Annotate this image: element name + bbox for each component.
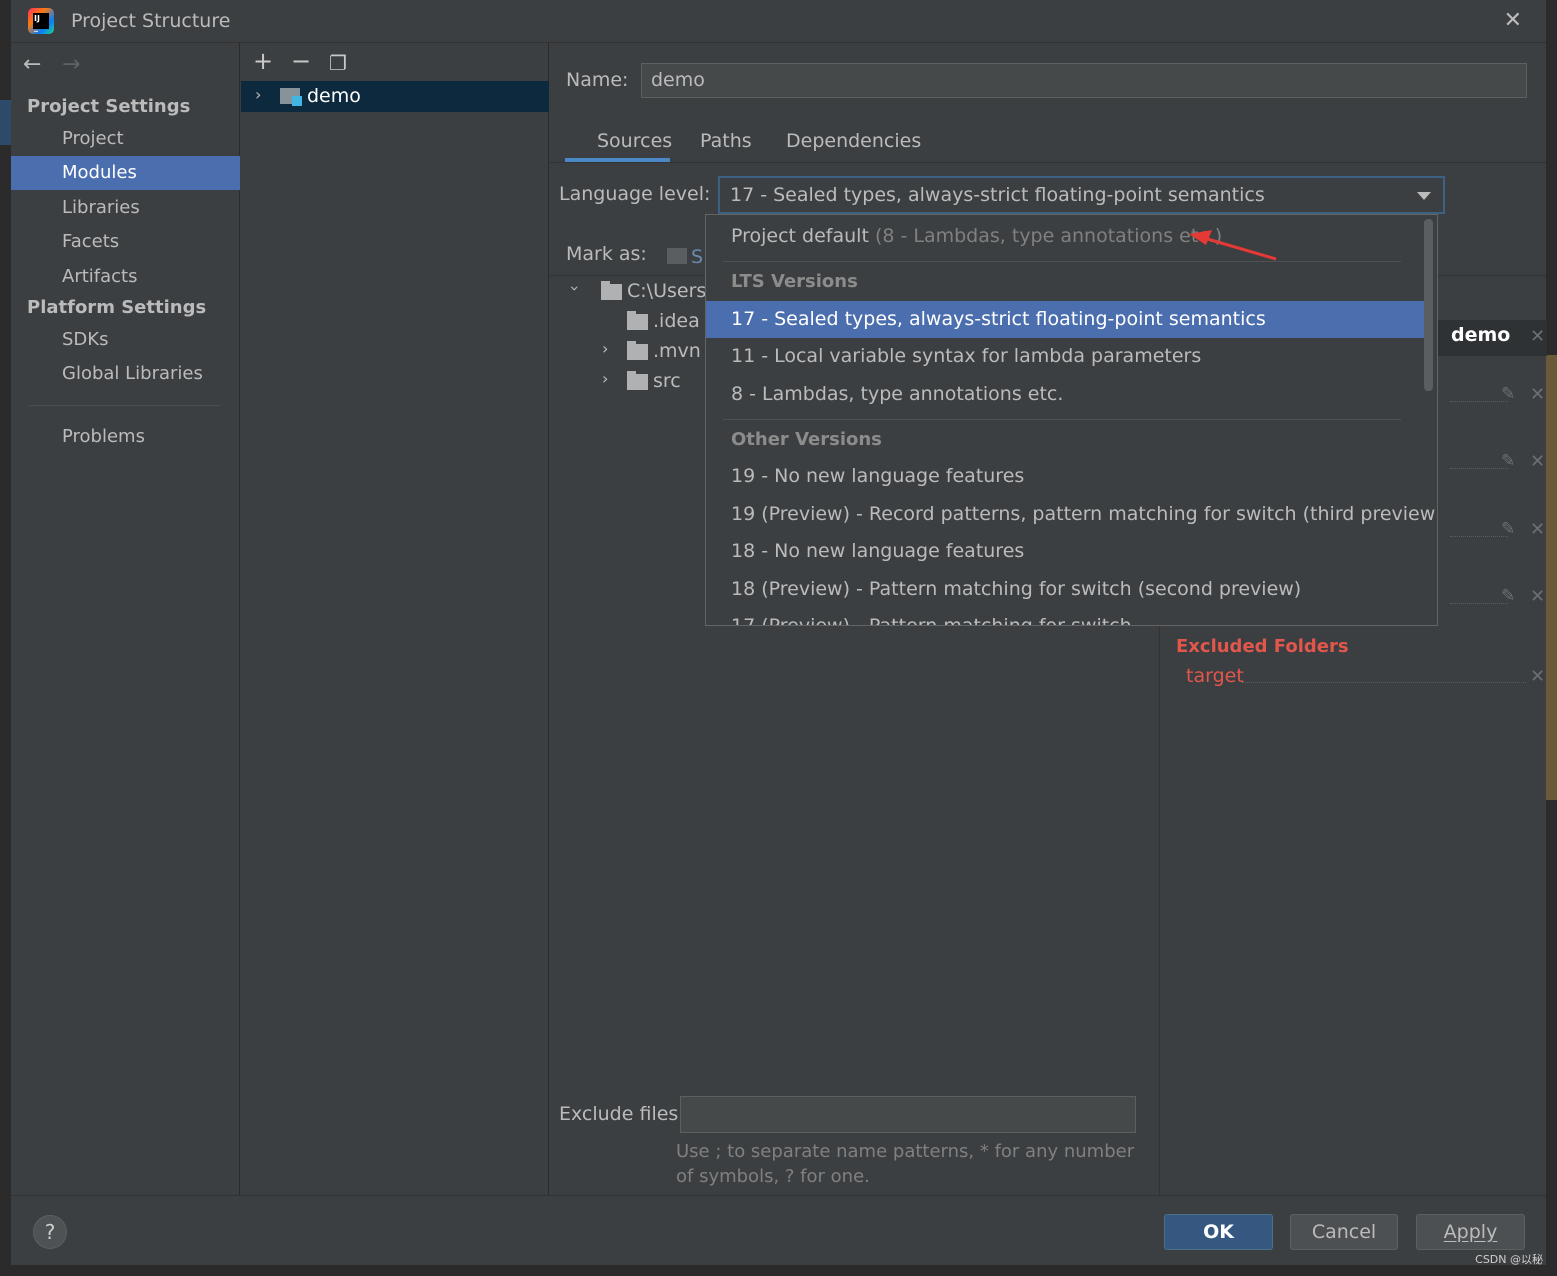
language-level-value: 17 - Sealed types, always-strict floatin… (730, 184, 1265, 206)
chevron-right-icon[interactable]: › (602, 339, 608, 358)
close-icon[interactable]: ✕ (1530, 451, 1545, 472)
option-11[interactable]: 11 - Local variable syntax for lambda pa… (706, 338, 1424, 375)
chevron-down-icon[interactable]: › (566, 285, 585, 291)
tree-root-path[interactable]: C:\Users\Lo (627, 280, 717, 302)
option-17[interactable]: 17 - Sealed types, always-strict floatin… (706, 301, 1424, 338)
sidebar-item-libraries[interactable]: Libraries (11, 191, 240, 225)
intellij-logo-icon: IJ _ (28, 8, 54, 34)
tabs-divider (550, 162, 1546, 163)
tab-paths[interactable]: Paths (700, 130, 752, 152)
dialog-button-bar: ? OK Cancel Apply (11, 1195, 1546, 1265)
tab-dependencies[interactable]: Dependencies (786, 130, 921, 152)
dropdown-scrollbar[interactable] (1424, 219, 1433, 391)
copy-icon[interactable]: ❐ (329, 51, 347, 75)
apply-button[interactable]: Apply (1416, 1214, 1525, 1250)
project-settings-header: Project Settings (27, 96, 191, 117)
option-18-preview[interactable]: 18 (Preview) - Pattern matching for swit… (706, 571, 1424, 608)
window-title: Project Structure (71, 10, 231, 32)
lts-versions-header: LTS Versions (731, 271, 858, 292)
dropdown-caret-icon (1417, 192, 1431, 200)
option-19-preview[interactable]: 19 (Preview) - Record patterns, pattern … (706, 496, 1437, 533)
root-entry-line (1450, 401, 1508, 402)
module-name-field[interactable]: demo (641, 63, 1527, 98)
mark-as-sources-button[interactable]: S (691, 246, 703, 268)
annotation-arrow-icon (1189, 230, 1277, 261)
exclude-files-label: Exclude files: (559, 1103, 685, 1125)
sidebar-item-project[interactable]: Project (11, 122, 240, 156)
sidebar-item-modules[interactable]: Modules (11, 156, 240, 190)
back-arrow-icon[interactable]: ← (23, 52, 41, 77)
watermark: CSDN @以秘 (1475, 1253, 1543, 1266)
module-name: demo (307, 85, 361, 107)
sidebar-item-facets[interactable]: Facets (11, 225, 240, 259)
edit-icon[interactable]: ✎ (1501, 384, 1515, 404)
root-entry-line (1450, 468, 1508, 469)
module-row-demo[interactable]: › demo (241, 81, 549, 112)
language-level-dropdown: Project default (8 - Lambdas, type annot… (705, 214, 1438, 626)
sidebar-divider (29, 405, 221, 406)
tab-sources[interactable]: Sources (597, 130, 672, 152)
sidebar-item-artifacts[interactable]: Artifacts (11, 260, 240, 294)
option-label: Project default (731, 225, 869, 247)
close-icon[interactable]: ✕ (1530, 326, 1545, 347)
ok-button[interactable]: OK (1164, 1214, 1273, 1250)
option-17-preview[interactable]: 17 (Preview) - Pattern matching for swit… (706, 608, 1424, 625)
edit-icon[interactable]: ✎ (1501, 519, 1515, 539)
settings-sidebar: ← → Project Settings Project Modules Lib… (11, 43, 240, 1195)
sidebar-item-global-libraries[interactable]: Global Libraries (11, 357, 240, 391)
excluded-folder-item[interactable]: target (1186, 665, 1244, 687)
tree-item-mvn[interactable]: .mvn (653, 340, 701, 362)
language-level-select[interactable]: 17 - Sealed types, always-strict floatin… (718, 176, 1445, 214)
option-project-default[interactable]: Project default (8 - Lambdas, type annot… (706, 218, 1424, 255)
tree-item-idea[interactable]: .idea (653, 310, 700, 332)
close-icon[interactable]: ✕ (1530, 666, 1545, 687)
background-ide-strip (1546, 355, 1557, 800)
option-18[interactable]: 18 - No new language features (706, 533, 1424, 570)
project-structure-dialog: IJ _ Project Structure ✕ ← → Project Sett… (11, 0, 1547, 1265)
sources-folder-icon[interactable] (667, 248, 687, 264)
folder-icon (627, 371, 648, 390)
close-icon[interactable]: ✕ (1530, 384, 1545, 405)
add-icon[interactable]: + (253, 49, 273, 73)
option-8[interactable]: 8 - Lambdas, type annotations etc. (706, 376, 1424, 413)
root-entry-line (1450, 536, 1508, 537)
language-level-label: Language level: (559, 183, 711, 205)
sidebar-item-sdks[interactable]: SDKs (11, 323, 240, 357)
excluded-entry-line (1242, 682, 1526, 683)
folder-icon (601, 281, 622, 300)
name-label: Name: (566, 69, 629, 91)
platform-settings-header: Platform Settings (27, 297, 207, 318)
tree-item-src[interactable]: src (653, 370, 681, 392)
exclude-files-input[interactable] (680, 1096, 1136, 1133)
sidebar-item-problems[interactable]: Problems (11, 420, 240, 454)
folder-icon (627, 341, 648, 360)
module-list-panel: + − ❐ › demo (241, 43, 549, 1195)
forward-arrow-icon[interactable]: → (62, 52, 80, 77)
root-entry-line (1450, 603, 1508, 604)
option-detail: (8 - Lambdas, type annotations etc.) (874, 225, 1223, 247)
title-bar: IJ _ Project Structure ✕ (11, 0, 1546, 43)
edit-icon[interactable]: ✎ (1501, 451, 1515, 471)
cancel-button[interactable]: Cancel (1290, 1214, 1398, 1250)
mark-as-label: Mark as: (566, 243, 647, 265)
chevron-right-icon[interactable]: › (255, 85, 261, 104)
option-19[interactable]: 19 - No new language features (706, 458, 1424, 495)
close-icon[interactable]: ✕ (1530, 519, 1545, 540)
other-versions-header: Other Versions (731, 429, 882, 450)
content-root-title: demo (1451, 324, 1511, 346)
dropdown-separator (723, 419, 1401, 420)
dropdown-separator (723, 261, 1401, 262)
edit-icon[interactable]: ✎ (1501, 586, 1515, 606)
help-button[interactable]: ? (33, 1215, 67, 1249)
close-icon[interactable]: ✕ (1530, 586, 1545, 607)
chevron-right-icon[interactable]: › (602, 369, 608, 388)
folder-icon (627, 311, 648, 330)
module-folder-icon (280, 88, 302, 106)
background-ide-strip-left (0, 100, 11, 145)
close-icon[interactable]: ✕ (1504, 10, 1522, 32)
exclude-files-hint: Use ; to separate name patterns, * for a… (676, 1141, 1135, 1187)
remove-icon[interactable]: − (291, 49, 311, 73)
excluded-folders-header: Excluded Folders (1176, 636, 1349, 657)
